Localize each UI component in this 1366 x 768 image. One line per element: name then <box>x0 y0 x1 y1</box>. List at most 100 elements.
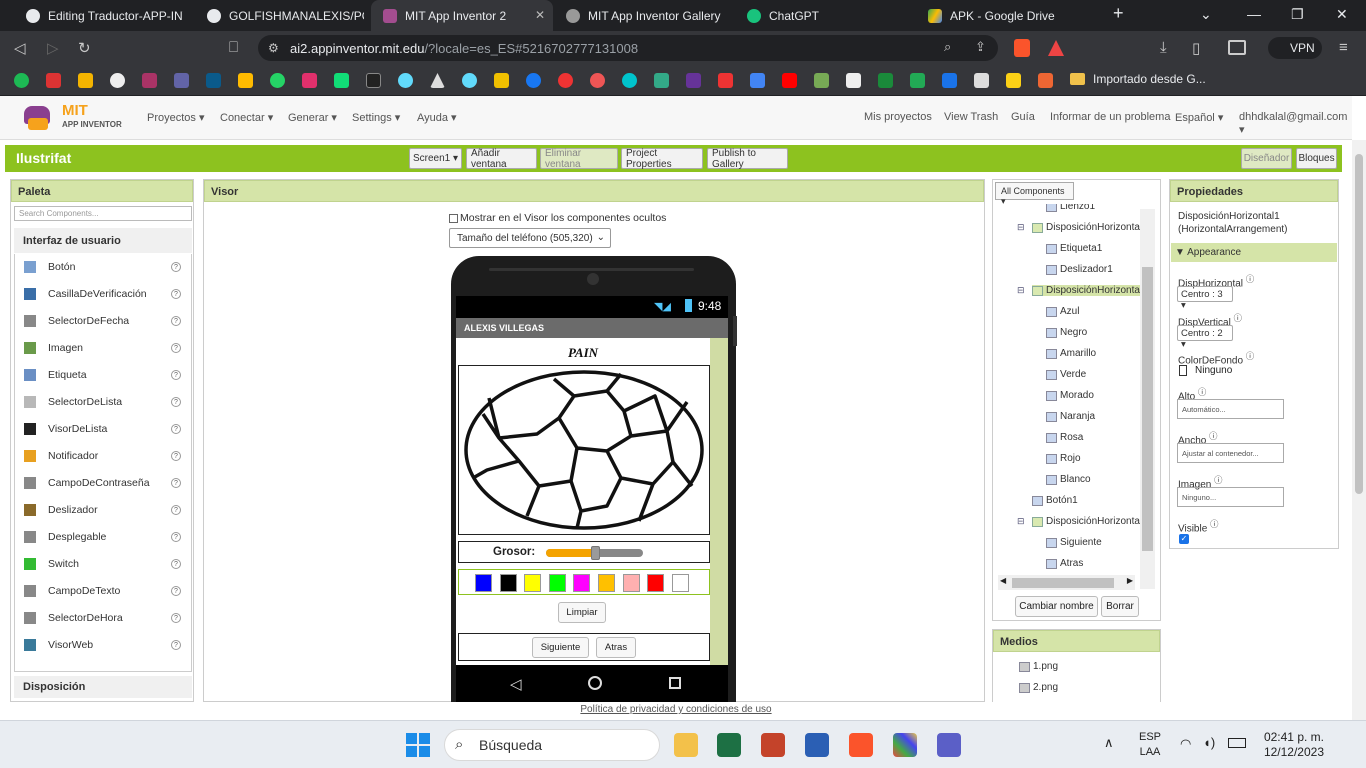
bookmark-icon-32[interactable] <box>1006 73 1021 88</box>
add-screen-button[interactable]: Añadir ventana <box>466 148 537 170</box>
scroll-thumb[interactable] <box>1355 154 1363 494</box>
align-horizontal-select[interactable]: Centro : 3 ▾ <box>1177 286 1233 311</box>
palette-item[interactable]: Switch? <box>14 552 192 579</box>
tree-node[interactable]: Atras <box>1046 558 1083 569</box>
bookmark-icon-2[interactable] <box>46 73 61 88</box>
help-icon[interactable]: ? <box>171 397 181 407</box>
download-icon[interactable]: ⤓ <box>1160 39 1167 56</box>
palette-item[interactable]: Deslizador? <box>14 498 192 525</box>
category-layout[interactable]: Disposición <box>14 676 192 698</box>
delete-button[interactable]: Borrar <box>1101 596 1139 617</box>
help-icon[interactable]: ? <box>171 424 181 434</box>
thickness-slider[interactable] <box>546 546 643 560</box>
color-button[interactable] <box>671 574 689 592</box>
help-icon[interactable]: ? <box>171 289 181 299</box>
palette-item[interactable]: CampoDeTexto? <box>14 579 192 606</box>
align-vertical-select[interactable]: Centro : 2 ▾ <box>1177 325 1233 350</box>
tree-node[interactable]: Lienzo1 <box>1046 204 1095 212</box>
palette-item[interactable]: SelectorDeLista? <box>14 390 192 417</box>
help-icon[interactable]: ? <box>171 451 181 461</box>
bookmark-icon-8[interactable] <box>238 73 253 88</box>
slider-thumb[interactable] <box>590 546 600 560</box>
close-tab-icon[interactable]: ✕ <box>535 8 545 22</box>
menu-icon[interactable]: ≡ <box>1339 39 1348 56</box>
color-button[interactable] <box>524 574 542 592</box>
tree-node[interactable]: Rojo <box>1046 453 1081 464</box>
bookmark-icon-7[interactable] <box>206 73 221 88</box>
tab-chatgpt[interactable]: ChatGPT <box>735 0 915 31</box>
help-icon[interactable]: ? <box>171 343 181 353</box>
bookmark-icon-22[interactable] <box>686 73 701 88</box>
translate-icon[interactable] <box>750 73 765 88</box>
instagram-icon[interactable] <box>302 73 317 88</box>
help-icon[interactable]: ? <box>171 505 181 515</box>
tree-horizontal-scrollbar[interactable]: ◀ ▶ <box>998 575 1135 590</box>
rename-button[interactable]: Cambiar nombre <box>1015 596 1098 617</box>
palette-item[interactable]: Imagen? <box>14 336 192 363</box>
facebook-icon[interactable] <box>526 73 541 88</box>
menu-view-trash[interactable]: View Trash <box>944 111 998 123</box>
menu-mis-proyectos[interactable]: Mis proyectos <box>864 111 932 123</box>
minimize-icon[interactable]: — <box>1247 6 1261 22</box>
tab-editing-traductor[interactable]: Editing Traductor-APP-INVE <box>14 0 194 31</box>
excel-icon[interactable] <box>717 733 741 757</box>
blocks-button[interactable]: Bloques <box>1296 148 1337 169</box>
whatsapp-icon[interactable] <box>270 73 285 88</box>
help-icon[interactable]: ? <box>171 262 181 272</box>
bookmark-icon-23[interactable] <box>718 73 733 88</box>
scroll-left-icon[interactable]: ◀ <box>1000 576 1006 585</box>
taskbar-search[interactable]: ⌕ Búsqueda <box>444 729 660 761</box>
menu-generar[interactable]: Generar ▾ <box>288 111 337 124</box>
site-info-icon[interactable]: ⚙ <box>268 41 279 55</box>
collapse-toggle-icon[interactable]: ⊟ <box>1017 516 1025 527</box>
color-button[interactable] <box>573 574 591 592</box>
react-icon[interactable] <box>398 73 413 88</box>
palette-item[interactable]: SelectorDeHora? <box>14 606 192 633</box>
bookmark-icon-30[interactable] <box>942 73 957 88</box>
media-file[interactable]: 2.png <box>1019 682 1058 693</box>
brave-rewards-icon[interactable] <box>1048 40 1064 56</box>
help-icon[interactable]: ? <box>171 640 181 650</box>
close-window-icon[interactable]: ✕ <box>1336 6 1348 23</box>
show-hidden-checkbox[interactable]: Mostrar en el Visor los componentes ocul… <box>449 212 666 224</box>
help-icon[interactable]: ? <box>171 586 181 596</box>
brave-icon[interactable] <box>849 733 873 757</box>
bookmark-icon-11[interactable] <box>334 73 349 88</box>
language-indicator[interactable]: ESP LAA <box>1136 730 1164 760</box>
chess-icon[interactable] <box>814 73 829 88</box>
bookmark-icon-12[interactable] <box>366 73 381 88</box>
firebase-icon[interactable] <box>494 73 509 88</box>
bookmark-icon-14[interactable] <box>430 73 445 88</box>
forward-icon[interactable]: ▷ <box>47 39 59 57</box>
scroll-right-icon[interactable]: ▶ <box>1127 576 1133 585</box>
image-field[interactable]: Ninguno... <box>1177 487 1284 507</box>
designer-button[interactable]: Diseñador <box>1241 148 1292 169</box>
menu-guia[interactable]: Guía <box>1011 111 1035 123</box>
wallet-icon[interactable] <box>1228 40 1246 55</box>
help-icon[interactable]: ? <box>171 613 181 623</box>
tree-node[interactable]: Etiqueta1 <box>1046 243 1102 254</box>
bookmark-icon-28[interactable] <box>878 73 893 88</box>
appearance-section[interactable]: ▼ Appearance <box>1171 243 1337 262</box>
tree-node[interactable]: Rosa <box>1046 432 1083 443</box>
github-icon[interactable] <box>110 73 125 88</box>
tab-google-drive[interactable]: APK - Google Drive <box>916 0 1096 31</box>
powerpoint-icon[interactable] <box>761 733 785 757</box>
tree-node[interactable]: DisposiciónHorizonta <box>1032 285 1140 296</box>
bookmark-icon-19[interactable] <box>590 73 605 88</box>
scroll-thumb[interactable] <box>1142 267 1153 551</box>
category-user-interface[interactable]: Interfaz de usuario <box>14 228 192 253</box>
help-icon[interactable]: ? <box>171 532 181 542</box>
drawing-canvas[interactable] <box>458 365 710 535</box>
tab-search-icon[interactable]: ⌄ <box>1200 6 1212 23</box>
palette-item[interactable]: CasillaDeVerificación? <box>14 282 192 309</box>
paint-label[interactable]: PAIN <box>456 345 710 361</box>
canva-icon[interactable] <box>622 73 637 88</box>
color-buttons-arrangement[interactable] <box>458 569 710 595</box>
component-search-input[interactable]: Search Components... <box>14 206 192 221</box>
tab-gallery[interactable]: MIT App Inventor Gallery <box>554 0 734 31</box>
checkbox-icon[interactable] <box>449 213 458 223</box>
tree-vertical-scrollbar[interactable] <box>1140 209 1155 589</box>
menu-language[interactable]: Español ▾ <box>1175 111 1223 124</box>
color-button[interactable] <box>598 574 615 592</box>
